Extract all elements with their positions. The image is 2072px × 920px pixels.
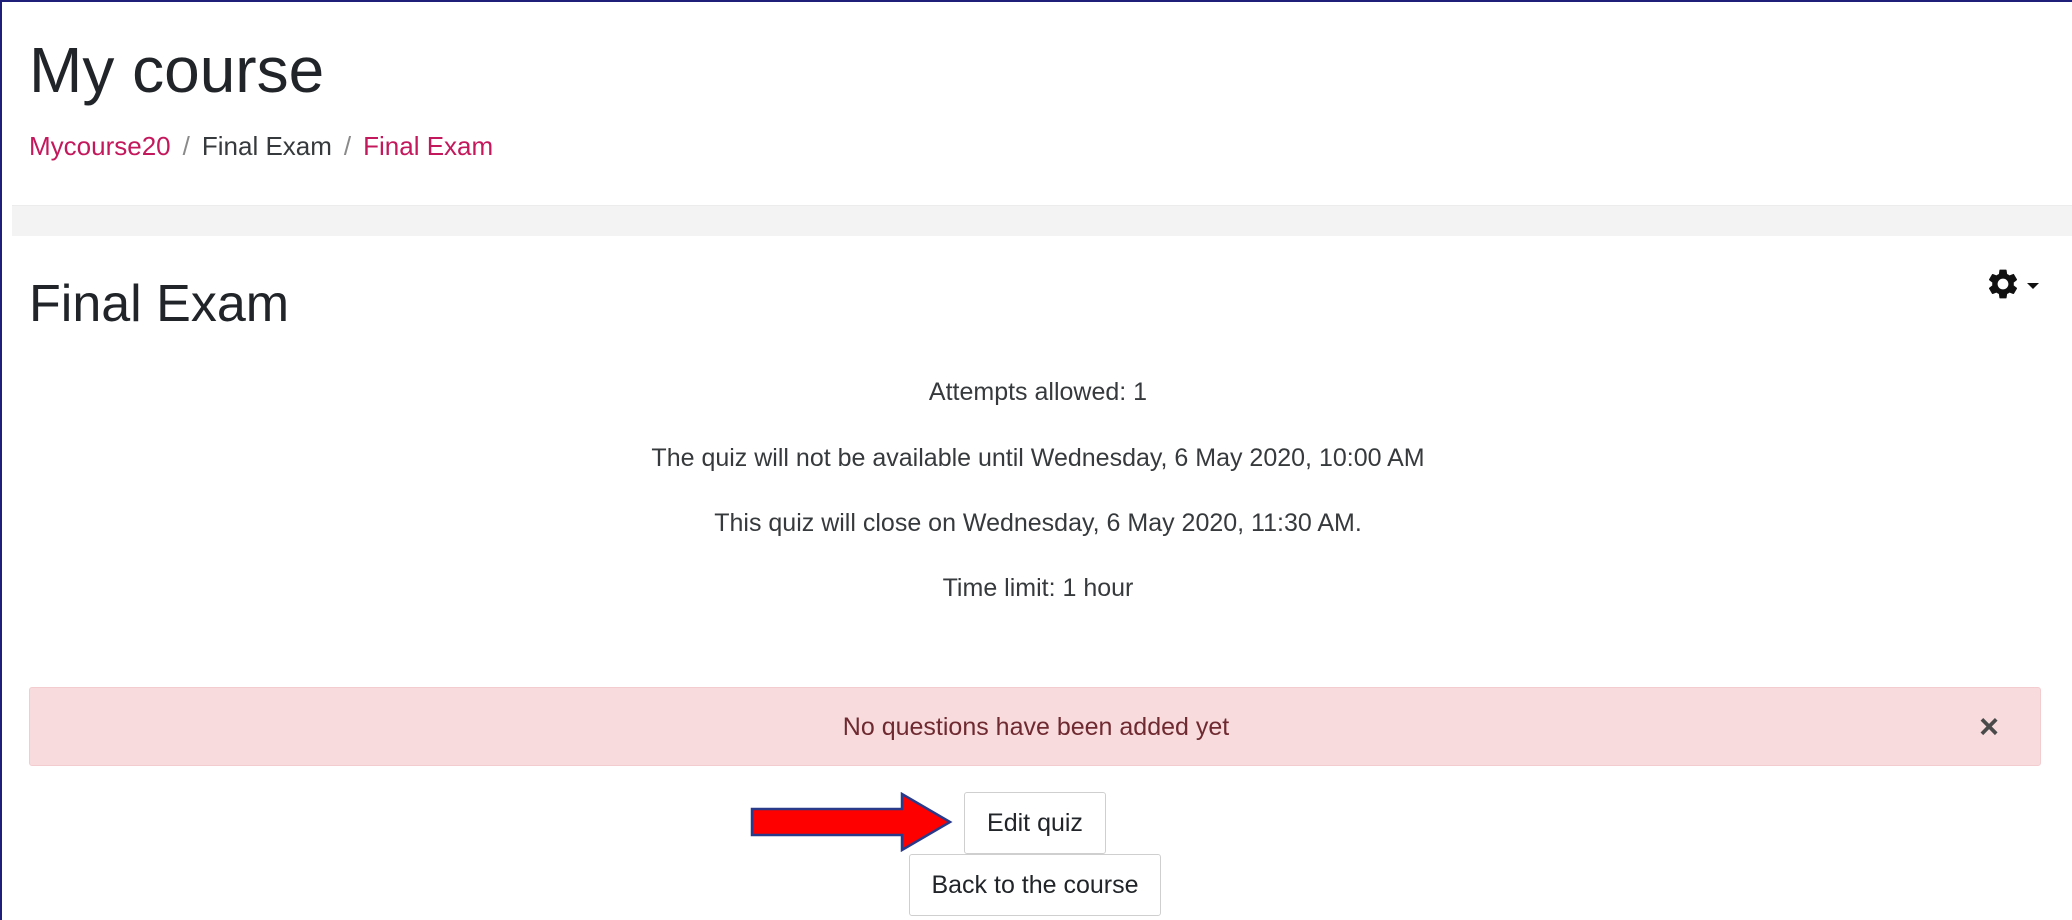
breadcrumb-item-quiz[interactable]: Final Exam [363,128,493,164]
page-header-divider [12,205,2072,236]
close-icon[interactable]: × [1972,708,2006,746]
breadcrumb-item-course[interactable]: Mycourse20 [29,128,171,164]
breadcrumb-item-section: Final Exam [201,131,332,161]
no-questions-alert: No questions have been added yet × [29,687,2041,766]
quiz-title: Final Exam [29,275,290,333]
alert-message: No questions have been added yet [842,713,1230,741]
open-date-text: The quiz will not be available until Wed… [651,444,1425,472]
page-frame: My course Mycourse20 / Final Exam / Fina… [0,0,2072,920]
edit-quiz-button[interactable]: Edit quiz [964,792,1106,854]
course-title: My course [29,34,325,106]
back-to-course-button[interactable]: Back to the course [909,854,1161,916]
breadcrumb: Mycourse20 / Final Exam / Final Exam [29,128,493,164]
gear-icon [1985,266,2021,302]
attempts-allowed-text: Attempts allowed: 1 [928,378,1148,406]
settings-menu-toggle[interactable] [1985,264,2047,304]
close-date-text: This quiz will close on Wednesday, 6 May… [714,509,1362,537]
breadcrumb-separator: / [182,131,190,161]
chevron-down-icon [2027,283,2039,289]
time-limit-text: Time limit: 1 hour [942,574,1134,602]
breadcrumb-separator: / [343,131,352,161]
annotation-arrow-icon [750,792,953,852]
